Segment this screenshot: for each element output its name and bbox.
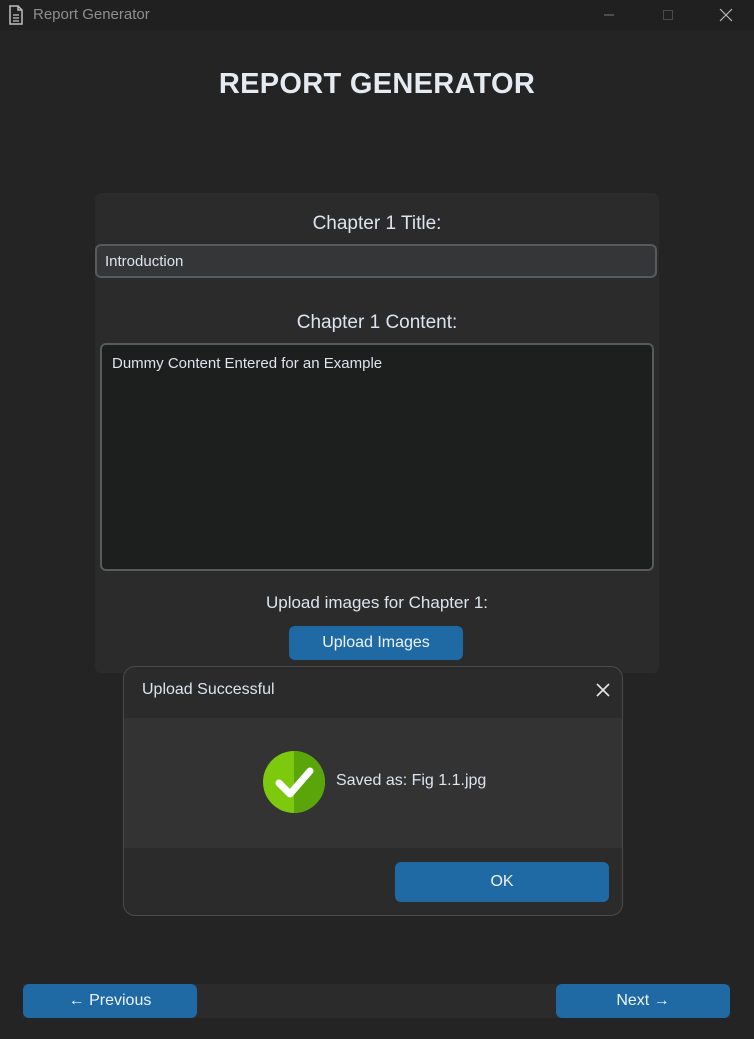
upload-images-button[interactable]: Upload Images — [289, 626, 463, 660]
maximize-button[interactable] — [645, 0, 691, 30]
window-title: Report Generator — [33, 6, 150, 23]
dialog-message: Saved as: Fig 1.1.jpg — [336, 772, 487, 789]
document-icon — [9, 5, 23, 25]
chapter-content-label: Chapter 1 Content: — [296, 312, 458, 333]
chapter-title-label: Chapter 1 Title: — [312, 213, 442, 234]
dialog-title: Upload Successful — [142, 681, 275, 698]
dialog-close-icon[interactable] — [594, 681, 612, 699]
page-title: REPORT GENERATOR — [218, 68, 536, 100]
previous-button[interactable]: ← Previous — [23, 984, 197, 1018]
close-icon — [719, 8, 733, 22]
upload-images-label: Upload images for Chapter 1: — [265, 593, 489, 612]
title-bar[interactable]: Report Generator — [0, 0, 754, 30]
maximize-icon — [663, 10, 673, 20]
minimize-button[interactable] — [586, 0, 632, 30]
next-button[interactable]: Next → — [556, 984, 730, 1018]
chapter-title-input[interactable] — [95, 244, 657, 278]
minimize-icon — [604, 14, 614, 16]
chapter-content-textarea[interactable]: Dummy Content Entered for an Example — [100, 343, 654, 571]
chapter-frame: Chapter 1 Title: Chapter 1 Content: Dumm… — [95, 193, 659, 673]
upload-success-dialog: Upload Successful Saved as: Fig 1.1.jpg … — [123, 666, 623, 916]
close-window-button[interactable] — [703, 0, 749, 30]
ok-button[interactable]: OK — [395, 862, 609, 902]
dialog-header: Upload Successful — [124, 667, 622, 718]
app-window: Report Generator REPORT GENERATOR Chapte… — [0, 0, 754, 1039]
dialog-body: Saved as: Fig 1.1.jpg — [124, 718, 622, 848]
check-circle-icon — [263, 751, 325, 813]
